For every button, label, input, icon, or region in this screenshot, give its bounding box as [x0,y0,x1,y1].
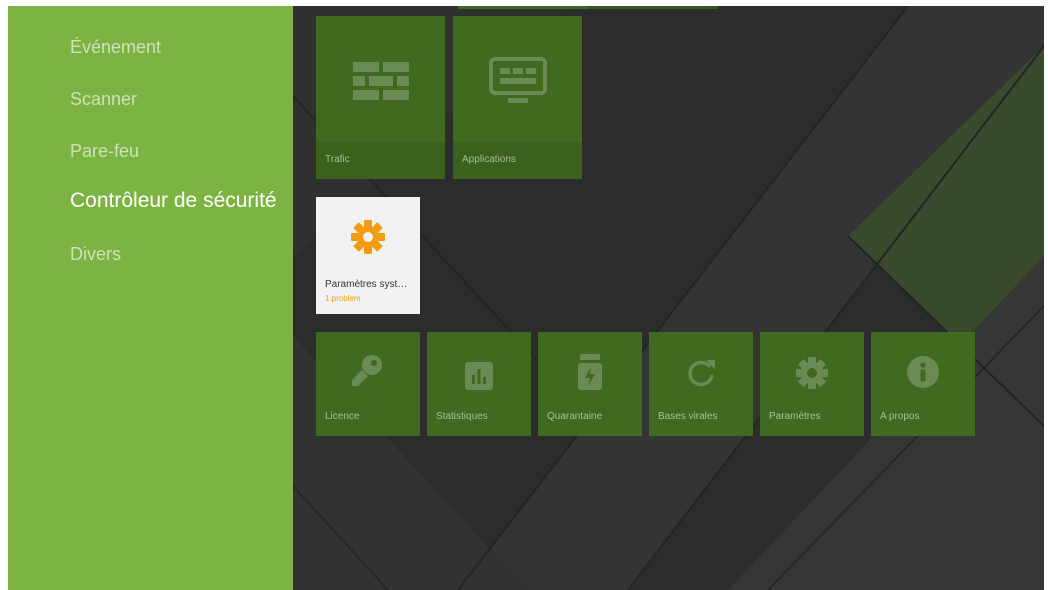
brick-wall-icon [352,62,409,100]
top-strip [588,6,718,9]
sidebar-item-controleur-de-securite[interactable]: Contrôleur de sécurité [70,189,277,213]
gear-icon [351,220,385,254]
tile-statistiques[interactable]: Statistiques [427,332,531,436]
tile-label: Licence [325,411,360,422]
tile-a-propos[interactable]: A propos [871,332,975,436]
tile-trafic[interactable]: Trafic [316,16,445,179]
tile-label: Trafic [325,154,350,165]
sidebar-item-divers[interactable]: Divers [70,244,121,265]
monitor-icon [488,57,547,103]
problem-count-label: 1 problem [325,294,361,303]
tile-label: Quarantaine [547,411,603,422]
tile-label: Bases virales [658,411,718,422]
tile-label: A propos [880,411,920,422]
tile-bases-virales[interactable]: Bases virales [649,332,753,436]
gear-icon [796,357,828,389]
tile-quarantaine[interactable]: Quarantaine [538,332,642,436]
tile-parametres-systeme[interactable]: Paramètres syst… 1 problem [316,197,420,314]
bar-chart-icon [465,362,493,390]
sidebar: Événement Scanner Pare-feu Contrôleur de… [8,6,293,590]
top-strip [458,6,588,9]
tile-label: Applications [462,154,516,165]
info-icon [907,356,939,388]
tile-title: Paramètres syst… [325,279,408,290]
app-screen: Événement Scanner Pare-feu Contrôleur de… [8,6,1044,590]
sidebar-item-scanner[interactable]: Scanner [70,89,137,110]
tile-applications[interactable]: Applications [453,16,582,179]
tile-label: Statistiques [436,411,488,422]
quarantine-jar-icon [578,354,602,390]
sidebar-item-pare-feu[interactable]: Pare-feu [70,141,139,162]
tile-parametres[interactable]: Paramètres [760,332,864,436]
refresh-icon [688,360,715,387]
key-icon [352,355,382,386]
tile-licence[interactable]: Licence [316,332,420,436]
sidebar-item-evenement[interactable]: Événement [70,37,161,58]
tile-label: Paramètres [769,411,821,422]
